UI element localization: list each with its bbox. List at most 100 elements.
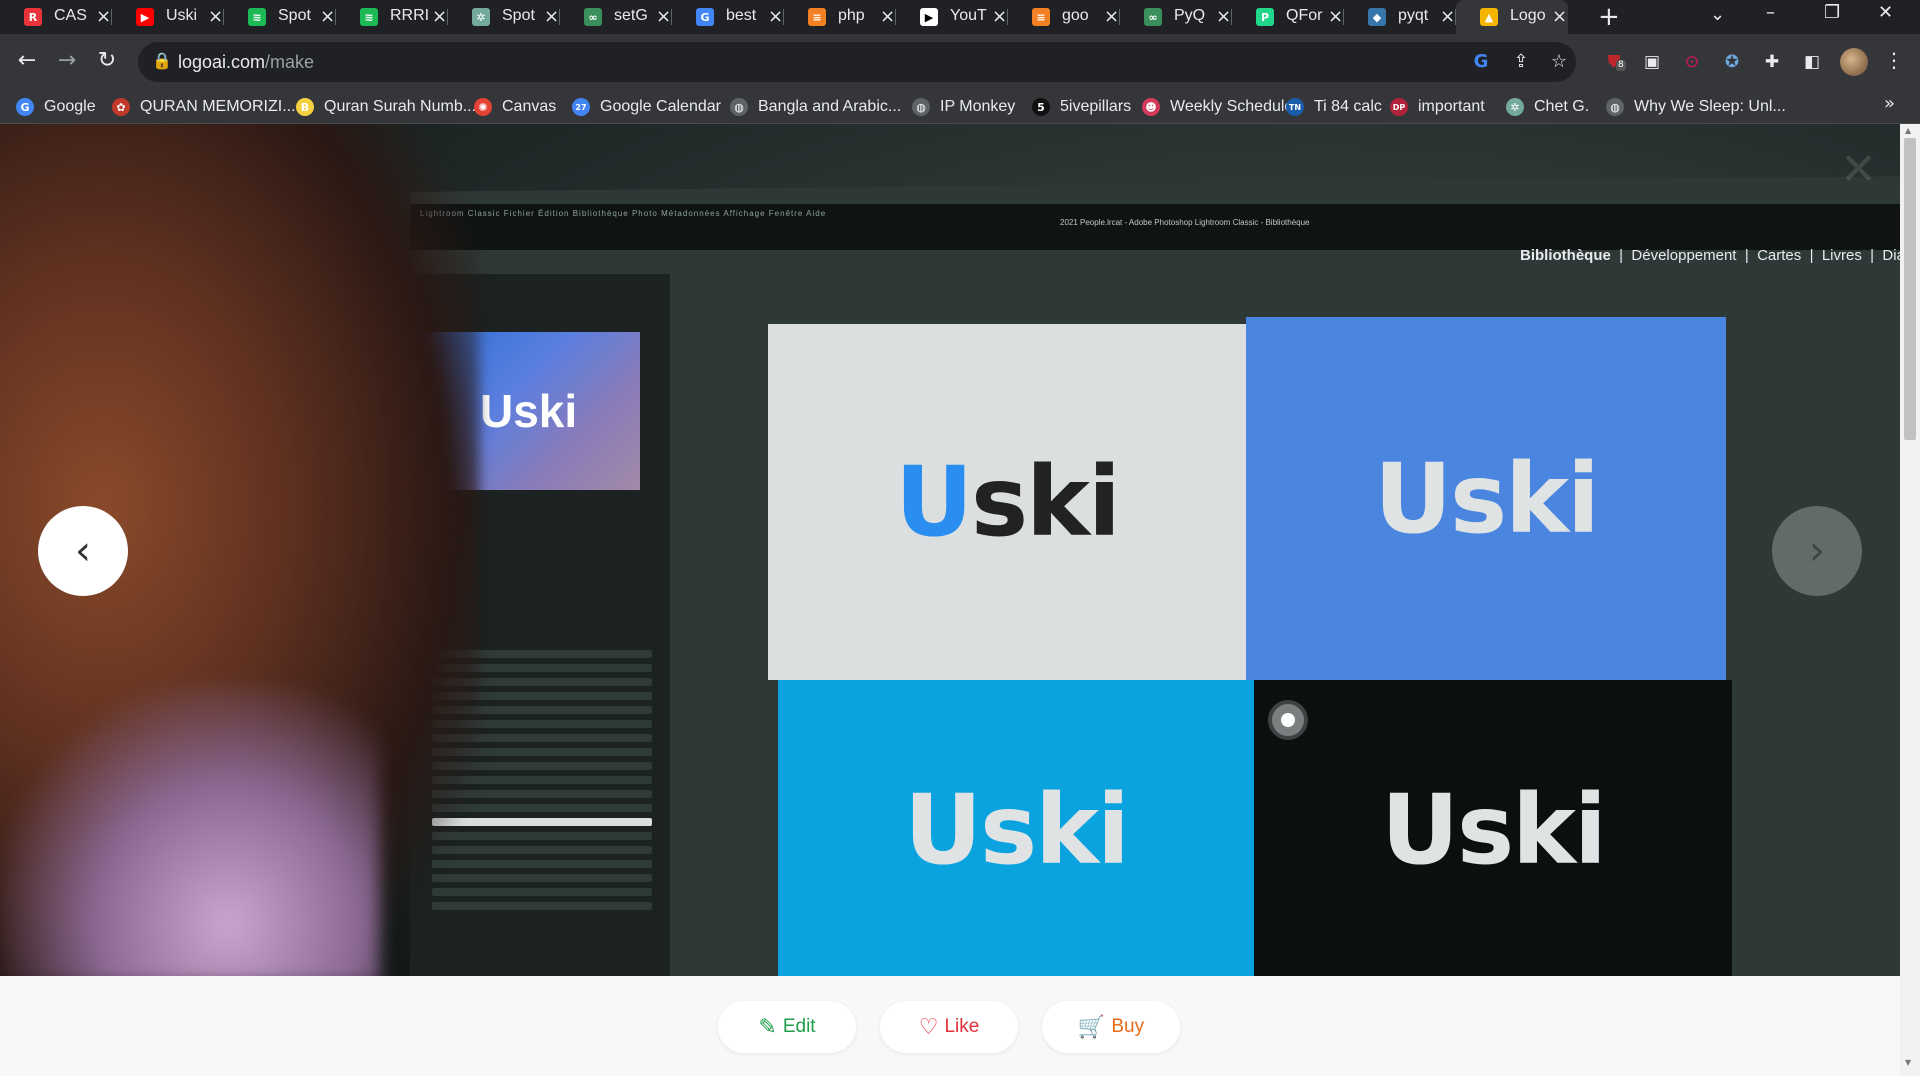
chevron-right-icon: › bbox=[1809, 528, 1825, 574]
reload-button[interactable]: ↻ bbox=[92, 46, 122, 76]
person-shoulder bbox=[0, 684, 380, 976]
heart-icon: ♡ bbox=[918, 1014, 939, 1040]
tab-6[interactable]: Gbest × bbox=[672, 0, 784, 34]
browser-toolbar: ← → ↻ 🔒 logoai.com/make G ⇪ ☆ ⛊ 8 ▣ ⊙ ✪ ✚… bbox=[0, 34, 1920, 90]
bookmark-item[interactable]: TN Ti 84 calc bbox=[1286, 96, 1382, 118]
bookmark-label: important bbox=[1418, 98, 1485, 115]
close-window-button[interactable]: ✕ bbox=[1878, 2, 1893, 23]
google-lens-icon[interactable]: G bbox=[1470, 51, 1492, 73]
url-text[interactable]: logoai.com/make bbox=[178, 52, 314, 73]
next-image-button[interactable]: › bbox=[1772, 506, 1862, 596]
tab-1[interactable]: ▶ Uski × bbox=[112, 0, 224, 34]
tab-3[interactable]: ≋ RRRI × bbox=[336, 0, 448, 34]
edit-button[interactable]: ✎ Edit bbox=[718, 1001, 856, 1053]
google-icon: G bbox=[696, 8, 714, 26]
new-tab-button[interactable]: + bbox=[1598, 2, 1620, 32]
tab-0[interactable]: R CAS × bbox=[0, 0, 112, 34]
chatgpt-icon: ✲ bbox=[1506, 98, 1524, 116]
side-panel-icon[interactable]: ◧ bbox=[1800, 50, 1824, 74]
buy-button[interactable]: 🛒 Buy bbox=[1042, 1001, 1180, 1053]
bookmark-item[interactable]: ✲ Chet G. bbox=[1506, 96, 1589, 118]
chatgpt-icon: ✲ bbox=[472, 8, 490, 26]
tab-close-icon[interactable]: × bbox=[768, 6, 783, 27]
owl-extension-icon[interactable]: ✪ bbox=[1720, 50, 1744, 74]
tab-close-icon[interactable]: × bbox=[432, 6, 447, 27]
bookmarks-overflow-icon[interactable]: » bbox=[1884, 93, 1895, 114]
picture-in-picture-icon[interactable]: ▣ bbox=[1640, 50, 1664, 74]
page-scrollbar[interactable]: ▲ ▼ bbox=[1900, 124, 1920, 1076]
tab-13[interactable]: ▲ Logo × bbox=[1456, 0, 1568, 34]
tab-4[interactable]: ✲ Spot × bbox=[448, 0, 560, 34]
tab-close-icon[interactable]: × bbox=[1104, 6, 1119, 27]
like-button[interactable]: ♡ Like bbox=[880, 1001, 1018, 1053]
tab-close-icon[interactable]: × bbox=[656, 6, 671, 27]
close-viewer-icon[interactable]: ✕ bbox=[1840, 144, 1877, 195]
tab-close-icon[interactable]: × bbox=[320, 6, 335, 27]
bookmark-label: Chet G. bbox=[1534, 98, 1590, 115]
bookmark-label: Canvas bbox=[502, 98, 557, 115]
logo-mark-on-black: Uski bbox=[1381, 774, 1607, 886]
bookmark-item[interactable]: ◍ IP Monkey bbox=[912, 96, 1015, 118]
extensions-puzzle-icon[interactable]: ✚ bbox=[1760, 50, 1784, 74]
bookmark-item[interactable]: B Quran Surah Numb... bbox=[296, 96, 476, 118]
tab-close-icon[interactable]: × bbox=[208, 6, 223, 27]
tab-close-icon[interactable]: × bbox=[1216, 6, 1231, 27]
logoai-icon: ▲ bbox=[1480, 8, 1498, 26]
bookmark-item[interactable]: ☻ Weekly Schedule bbox=[1142, 96, 1293, 118]
bookmark-star-icon[interactable]: ☆ bbox=[1548, 51, 1570, 73]
bookmark-label: Why We Sleep: Unl... bbox=[1634, 98, 1786, 115]
minimize-button[interactable]: – bbox=[1766, 2, 1775, 23]
tab-7[interactable]: ≡ php × bbox=[784, 0, 896, 34]
bookmark-label: IP Monkey bbox=[940, 98, 1016, 115]
dp-icon: DP bbox=[1390, 98, 1408, 116]
module-livres: Livres bbox=[1821, 247, 1862, 264]
tab-8[interactable]: ▶ YouT × bbox=[896, 0, 1008, 34]
tab-2[interactable]: ≋ Spot × bbox=[224, 0, 336, 34]
scroll-up-icon[interactable]: ▲ bbox=[1905, 126, 1911, 135]
tab-12[interactable]: ◆ pyqt × bbox=[1344, 0, 1456, 34]
browser-menu-icon[interactable]: ⋮ bbox=[1884, 48, 1904, 72]
tab-10[interactable]: ∞ PyQ × bbox=[1120, 0, 1232, 34]
scrollbar-thumb[interactable] bbox=[1904, 138, 1916, 440]
schedule-icon: ☻ bbox=[1142, 98, 1160, 116]
spotify-icon: ≋ bbox=[360, 8, 378, 26]
python-icon: ◆ bbox=[1368, 8, 1386, 26]
buy-label: Buy bbox=[1111, 1016, 1145, 1037]
tab-9[interactable]: ≡ goo × bbox=[1008, 0, 1120, 34]
tab-5[interactable]: ∞ setG × bbox=[560, 0, 672, 34]
bookmark-item[interactable]: 5 5ivepillars bbox=[1032, 96, 1131, 118]
tab-search-icon[interactable]: ⌄ bbox=[1710, 4, 1725, 25]
bookmark-item[interactable]: 27 Google Calendar bbox=[572, 96, 721, 118]
tab-close-icon[interactable]: × bbox=[1328, 6, 1343, 27]
bookmark-item[interactable]: ✿ QURAN MEMORIZI... bbox=[112, 96, 296, 118]
lock-icon: 🔒 bbox=[152, 51, 172, 70]
tab-close-icon[interactable]: × bbox=[96, 6, 111, 27]
bookmarks-bar: G Google ✿ QURAN MEMORIZI... B Quran Surah Nu… bbox=[0, 90, 1920, 124]
bookmark-item[interactable]: DP important bbox=[1390, 96, 1485, 118]
tab-close-icon[interactable]: × bbox=[1552, 6, 1567, 27]
bookmark-item[interactable]: G Google bbox=[16, 96, 96, 118]
ublock-icon[interactable]: ⛊ 8 bbox=[1602, 50, 1626, 74]
media-player-icon[interactable]: ⊙ bbox=[1680, 50, 1704, 74]
canvas-icon: ✺ bbox=[474, 98, 492, 116]
tab-title: YouT bbox=[950, 7, 987, 24]
address-bar[interactable]: 🔒 logoai.com/make G ⇪ ☆ bbox=[138, 42, 1576, 82]
tab-close-icon[interactable]: × bbox=[992, 6, 1007, 27]
share-icon[interactable]: ⇪ bbox=[1510, 51, 1532, 73]
tab-close-icon[interactable]: × bbox=[1440, 6, 1455, 27]
tab-11[interactable]: P QFor × bbox=[1232, 0, 1344, 34]
bookmark-item[interactable]: ◍ Why We Sleep: Unl... bbox=[1606, 96, 1786, 118]
link-icon: ∞ bbox=[1144, 8, 1162, 26]
tab-title: Logo bbox=[1510, 7, 1546, 24]
tab-close-icon[interactable]: × bbox=[544, 6, 559, 27]
back-button[interactable]: ← bbox=[12, 46, 42, 76]
bookmark-item[interactable]: ✺ Canvas bbox=[474, 96, 556, 118]
forward-button[interactable]: → bbox=[52, 46, 82, 76]
link-icon: ∞ bbox=[584, 8, 602, 26]
restore-button[interactable]: ❐ bbox=[1824, 2, 1840, 23]
profile-avatar[interactable] bbox=[1840, 48, 1868, 76]
previous-image-button[interactable]: ‹ bbox=[38, 506, 128, 596]
tab-close-icon[interactable]: × bbox=[880, 6, 895, 27]
scroll-down-icon[interactable]: ▼ bbox=[1905, 1058, 1911, 1067]
bookmark-item[interactable]: ◍ Bangla and Arabic... bbox=[730, 96, 901, 118]
